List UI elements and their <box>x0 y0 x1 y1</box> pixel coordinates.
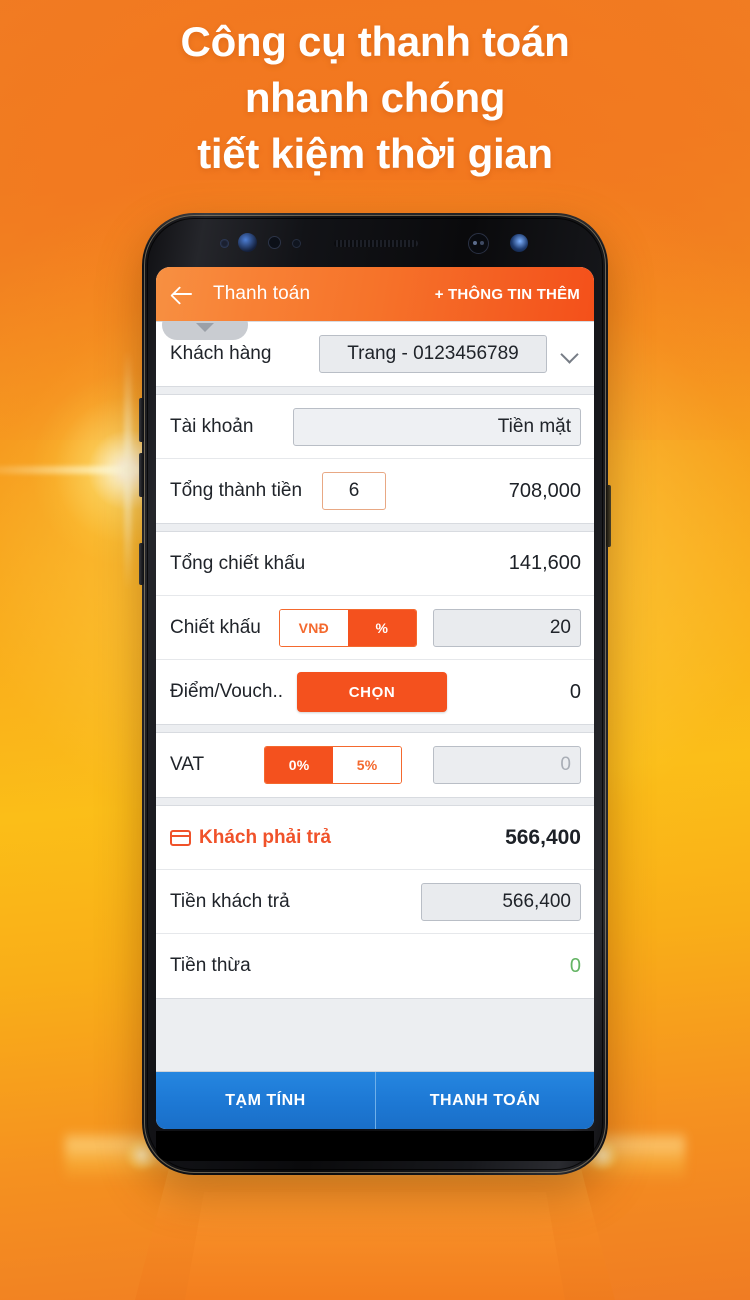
proximity-sensor-icon <box>220 239 229 248</box>
discount-unit-toggle[interactable]: VNĐ % <box>278 608 417 647</box>
vat-rate-0-option[interactable]: 0% <box>265 747 334 783</box>
form-group-vat: VAT 0% 5% 0 <box>156 732 594 798</box>
row-vat: VAT 0% 5% 0 <box>156 733 594 797</box>
promo-headline-line-2: nhanh chóng <box>244 73 506 121</box>
total-discount-value: 141,600 <box>508 552 581 574</box>
discount-input[interactable]: 20 <box>433 608 581 647</box>
pedestal-inner <box>185 1192 565 1300</box>
form-group-discount: Tổng chiết khấu 141,600 Chiết khấu VNĐ %… <box>156 531 594 725</box>
provisional-total-button[interactable]: TẠM TÍNH <box>156 1072 375 1129</box>
form-group-totals: Khách phải trả 566,400 Tiền khách trả 56… <box>156 805 594 999</box>
app-bar: Thanh toán + THÔNG TIN THÊM <box>156 267 594 321</box>
form-group-account: Tài khoản Tiền mặt Tổng thành tiền 6 708… <box>156 394 594 524</box>
row-total-discount-label: Tổng chiết khấu <box>170 552 306 574</box>
arrow-left-icon[interactable] <box>168 280 196 308</box>
promo-headline: Công cụ thanh toán nhanh chóng tiết kiệm… <box>0 14 750 182</box>
customer-input[interactable]: Trang - 0123456789 <box>319 335 547 373</box>
chevron-down-icon[interactable] <box>559 343 581 365</box>
row-customer-label: Khách hàng <box>170 343 272 364</box>
form-group-customer: Khách hàng Trang - 0123456789 <box>156 321 594 387</box>
row-total-amount: Tổng thành tiền 6 708,000 <box>156 459 594 523</box>
row-vat-label: VAT <box>170 754 205 775</box>
customer-must-pay-value: 566,400 <box>505 825 581 849</box>
vat-rate-toggle[interactable]: 0% 5% <box>264 746 403 784</box>
promo-banner: Công cụ thanh toán nhanh chóng tiết kiệm… <box>0 0 750 1300</box>
iris-scanner-icon <box>238 233 257 252</box>
row-customer-paid-label: Tiền khách trả <box>170 890 290 912</box>
volume-up-button[interactable] <box>139 398 144 442</box>
phone-screen: Thanh toán + THÔNG TIN THÊM Khách hàng T… <box>156 267 594 1129</box>
power-button[interactable] <box>606 485 611 547</box>
choose-voucher-button[interactable]: CHỌN <box>297 672 447 712</box>
row-customer[interactable]: Khách hàng Trang - 0123456789 <box>156 321 594 386</box>
row-customer-must-pay-label: Khách phải trả <box>199 826 331 848</box>
status-led-icon <box>510 234 528 252</box>
row-total-discount: Tổng chiết khấu 141,600 <box>156 532 594 596</box>
phone-device: Thanh toán + THÔNG TIN THÊM Khách hàng T… <box>139 213 611 1175</box>
row-discount-label: Chiết khấu <box>170 616 261 638</box>
change-due-value: 0 <box>569 954 581 977</box>
credit-card-icon <box>170 829 191 846</box>
page-title: Thanh toán <box>213 283 311 304</box>
caret-down-icon[interactable] <box>162 321 248 340</box>
vat-rate-5-option[interactable]: 5% <box>333 747 402 783</box>
earpiece-speaker-icon <box>334 240 418 247</box>
row-customer-must-pay: Khách phải trả 566,400 <box>156 806 594 870</box>
add-info-button[interactable]: + THÔNG TIN THÊM <box>435 286 580 303</box>
row-account-label: Tài khoản <box>170 415 254 437</box>
discount-unit-percent-option[interactable]: % <box>347 609 416 646</box>
promo-headline-line-3: tiết kiệm thời gian <box>197 129 553 177</box>
volume-down-button[interactable] <box>139 453 144 497</box>
account-input[interactable]: Tiền mặt <box>293 407 581 446</box>
promo-headline-line-1: Công cụ thanh toán <box>180 18 570 65</box>
bottom-action-bar: TẠM TÍNH THANH TOÁN <box>156 1071 594 1129</box>
payment-form: Khách hàng Trang - 0123456789 Tài khoản … <box>156 321 594 1071</box>
row-account[interactable]: Tài khoản Tiền mặt <box>156 395 594 459</box>
light-sensor-icon <box>268 236 281 249</box>
form-empty-area <box>156 999 594 1071</box>
total-amount-value: 708,000 <box>508 479 581 502</box>
assistant-button[interactable] <box>139 543 144 585</box>
lens-flare-streak-vertical <box>124 350 132 590</box>
customer-paid-input[interactable]: 566,400 <box>421 882 581 921</box>
pay-button[interactable]: THANH TOÁN <box>375 1072 594 1129</box>
phone-bottom-chin <box>156 1131 594 1161</box>
row-change-due-label: Tiền thừa <box>170 955 251 976</box>
quantity-input[interactable]: 6 <box>322 472 387 510</box>
row-change-due: Tiền thừa 0 <box>156 934 594 998</box>
row-discount: Chiết khấu VNĐ % 20 <box>156 596 594 660</box>
points-voucher-value: 0 <box>569 680 581 703</box>
ir-sensor-icon <box>292 239 301 248</box>
row-customer-paid: Tiền khách trả 566,400 <box>156 870 594 934</box>
row-points-voucher-label: Điểm/Vouch.. <box>170 681 283 702</box>
row-total-amount-label: Tổng thành tiền <box>170 480 303 501</box>
phone-top-bezel <box>142 213 608 271</box>
row-points-voucher: Điểm/Vouch.. CHỌN 0 <box>156 660 594 724</box>
vat-amount-input[interactable]: 0 <box>433 746 581 784</box>
discount-unit-vnd-option[interactable]: VNĐ <box>279 609 348 646</box>
front-camera-icon <box>468 233 489 254</box>
